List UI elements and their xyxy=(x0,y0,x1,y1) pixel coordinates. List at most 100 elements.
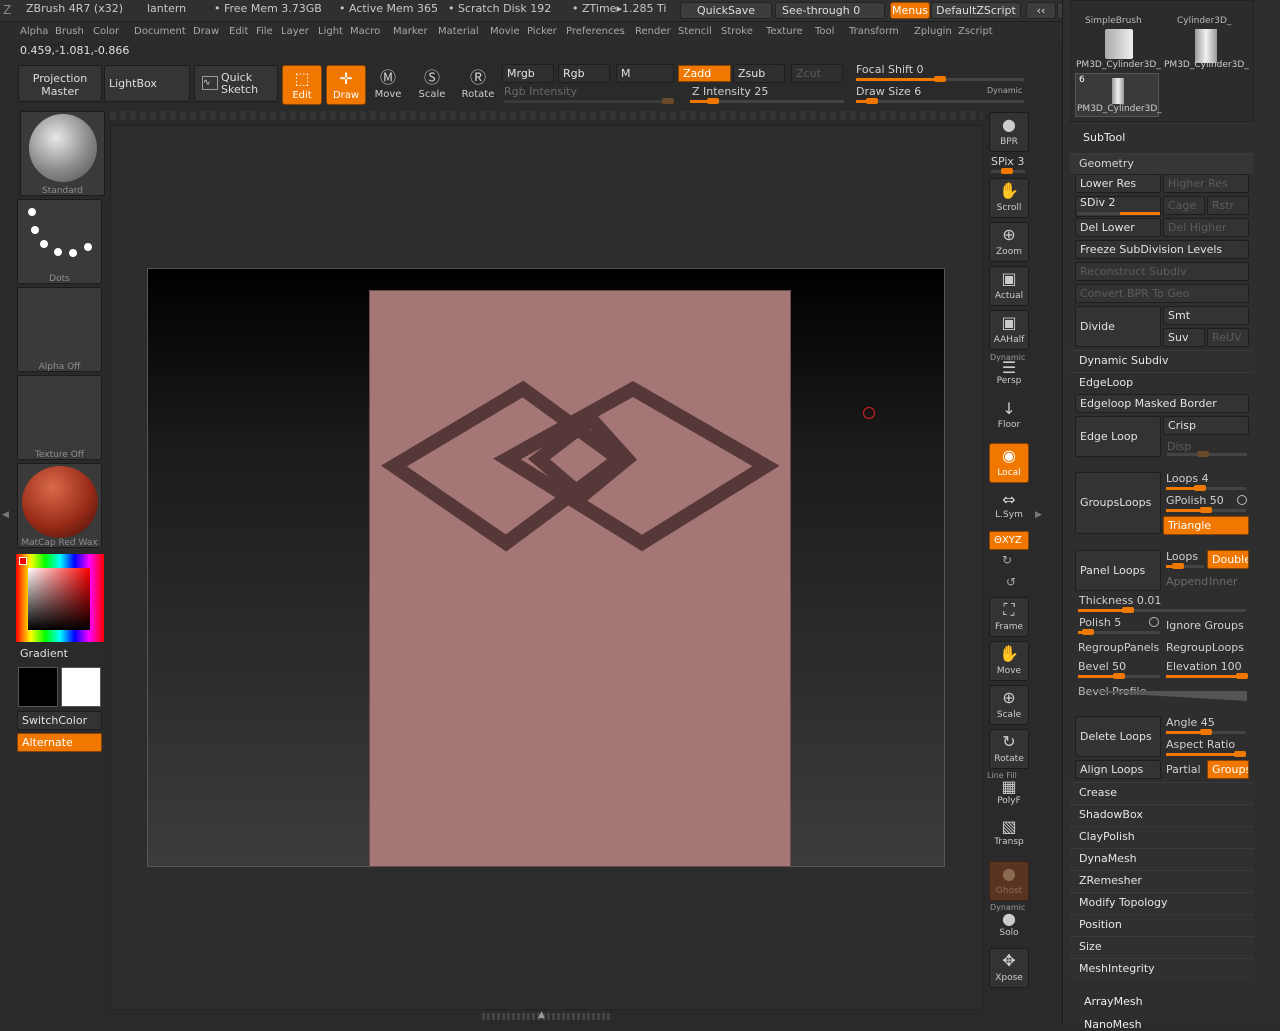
polyf-button[interactable]: ▦ PolyF xyxy=(989,778,1029,810)
loops-slider[interactable] xyxy=(1166,485,1246,491)
meshintegrity-section[interactable]: MeshIntegrity xyxy=(1070,958,1254,979)
menu-stroke[interactable]: Stroke xyxy=(721,26,753,37)
focal-shift-knob[interactable] xyxy=(934,76,946,82)
partial-toggle[interactable]: Partial xyxy=(1166,763,1201,776)
rotate-z-icon[interactable]: ↺ xyxy=(1006,575,1016,589)
freeze-subdivision-button[interactable]: Freeze SubDivision Levels xyxy=(1075,240,1249,259)
cube-mesh-icon[interactable] xyxy=(1105,29,1133,59)
xpose-button[interactable]: ✥ Xpose xyxy=(989,948,1029,988)
rotate-view-button[interactable]: ↻ Rotate xyxy=(989,729,1029,769)
claypolish-section[interactable]: ClayPolish xyxy=(1070,826,1254,847)
switch-color-button[interactable]: SwitchColor xyxy=(17,711,102,730)
align-loops-button[interactable]: Align Loops xyxy=(1075,760,1161,779)
rstr-button[interactable]: Rstr xyxy=(1207,196,1249,215)
convert-bpr-button[interactable]: Convert BPR To Geo xyxy=(1075,284,1249,303)
edit-button[interactable]: ⬚ Edit xyxy=(282,65,322,105)
thumb-label-pm3d-2[interactable]: PM3D_Cylinder3D_ xyxy=(1164,60,1249,70)
thumb-label-pm3d-1[interactable]: PM3D_Cylinder3D_ xyxy=(1076,60,1161,70)
polish-slider[interactable] xyxy=(1078,629,1160,635)
transp-button[interactable]: ▧ Transp xyxy=(989,817,1029,853)
plane-mesh[interactable] xyxy=(369,290,791,867)
draw-size-slider[interactable] xyxy=(856,98,1024,104)
thickness-knob[interactable] xyxy=(1122,607,1134,613)
position-section[interactable]: Position xyxy=(1070,914,1254,935)
reconstruct-subdiv-button[interactable]: Reconstruct Subdiv xyxy=(1075,262,1249,281)
bottom-expand-handle[interactable] xyxy=(482,1013,610,1020)
primary-color-swatch[interactable] xyxy=(18,667,58,707)
active-subtool-thumbnail[interactable]: 6 PM3D_Cylinder3D_ xyxy=(1075,73,1162,117)
brush-thumbnail[interactable]: Standard xyxy=(20,111,105,196)
zsub-button[interactable]: Zsub xyxy=(733,64,785,83)
elevation-knob[interactable] xyxy=(1236,673,1248,679)
menu-draw[interactable]: Draw xyxy=(193,26,219,37)
aspect-ratio-slider[interactable] xyxy=(1166,751,1246,757)
gpolish-slider[interactable] xyxy=(1166,507,1246,513)
default-zscript-button[interactable]: DefaultZScript xyxy=(931,2,1021,19)
cylinder-mesh-icon[interactable] xyxy=(1195,29,1217,63)
polish-knob[interactable] xyxy=(1082,629,1094,635)
menu-alpha[interactable]: Alpha xyxy=(20,26,48,37)
rotate-button[interactable]: Ⓡ Rotate xyxy=(458,65,498,105)
double-button[interactable]: Double xyxy=(1207,550,1249,569)
del-lower-button[interactable]: Del Lower xyxy=(1075,218,1161,237)
crisp-button[interactable]: Crisp xyxy=(1163,416,1249,435)
cage-button[interactable]: Cage xyxy=(1163,196,1205,215)
z-intensity-slider[interactable] xyxy=(690,98,844,104)
edge-loop-button[interactable]: Edge Loop xyxy=(1075,416,1161,457)
bevel-knob[interactable] xyxy=(1113,673,1125,679)
actual-button[interactable]: ▣ Actual xyxy=(989,266,1029,306)
dynamic-subdiv-header[interactable]: Dynamic Subdiv xyxy=(1070,350,1254,371)
menu-preferences[interactable]: Preferences xyxy=(566,26,625,37)
loops-knob[interactable] xyxy=(1194,485,1206,491)
gpolish-curve-icon[interactable] xyxy=(1237,495,1247,505)
zremesher-section[interactable]: ZRemesher xyxy=(1070,870,1254,891)
quicksave-button[interactable]: QuickSave xyxy=(680,2,772,19)
menu-stencil[interactable]: Stencil xyxy=(678,26,712,37)
divide-button[interactable]: Divide xyxy=(1075,306,1161,347)
thumb-label-simplebrush[interactable]: SimpleBrush xyxy=(1085,16,1142,26)
aahalf-button[interactable]: ▣ AAHalf xyxy=(989,310,1029,350)
zoom-button[interactable]: ⊕ Zoom xyxy=(989,222,1029,262)
scroll-button[interactable]: ✋ Scroll xyxy=(989,178,1029,218)
angle-knob[interactable] xyxy=(1200,729,1212,735)
stroke-thumbnail[interactable]: Dots xyxy=(17,199,102,284)
aspect-ratio-knob[interactable] xyxy=(1234,751,1246,757)
texture-thumbnail[interactable]: Texture Off xyxy=(17,375,102,460)
frame-button[interactable]: ⛶ Frame xyxy=(989,597,1029,637)
suv-button[interactable]: Suv xyxy=(1163,328,1205,347)
top-scroll-strip[interactable] xyxy=(110,111,983,120)
size-section[interactable]: Size xyxy=(1070,936,1254,957)
xyz-button[interactable]: ΘXYZ xyxy=(989,531,1029,550)
focal-shift-slider[interactable] xyxy=(856,76,1024,82)
disp-knob[interactable] xyxy=(1197,451,1209,457)
menu-zscript[interactable]: Zscript xyxy=(958,26,993,37)
shadowbox-section[interactable]: ShadowBox xyxy=(1070,804,1254,825)
alpha-thumbnail[interactable]: Alpha Off xyxy=(17,287,102,372)
menu-render[interactable]: Render xyxy=(635,26,671,37)
m-button[interactable]: M xyxy=(616,64,674,83)
see-through-slider[interactable]: See-through 0 xyxy=(775,2,885,19)
menu-brush[interactable]: Brush xyxy=(55,26,84,37)
polish-curve-icon[interactable] xyxy=(1149,617,1159,627)
edgeloop-masked-border-button[interactable]: Edgeloop Masked Border xyxy=(1075,394,1249,413)
alternate-button[interactable]: Alternate xyxy=(17,733,102,752)
lower-res-button[interactable]: Lower Res xyxy=(1075,174,1161,193)
sdiv-slider[interactable]: SDiv 2 xyxy=(1075,196,1161,217)
color-picker-sv[interactable] xyxy=(28,568,90,630)
ignore-groups-toggle[interactable]: Ignore Groups xyxy=(1166,619,1244,632)
projection-master-button[interactable]: Projection Master xyxy=(18,65,102,102)
secondary-color-swatch[interactable] xyxy=(61,667,101,707)
menu-layer[interactable]: Layer xyxy=(281,26,309,37)
bevel-slider[interactable] xyxy=(1078,673,1160,679)
menu-edit[interactable]: Edit xyxy=(229,26,248,37)
regroup-loops-toggle[interactable]: RegroupLoops xyxy=(1166,641,1244,654)
panel-loops-knob[interactable] xyxy=(1172,563,1184,569)
inner-button[interactable]: Inner xyxy=(1209,575,1237,588)
menu-file[interactable]: File xyxy=(256,26,273,37)
menu-marker[interactable]: Marker xyxy=(393,26,428,37)
lsym-button[interactable]: ⇔ L.Sym xyxy=(989,490,1029,524)
menu-zplugin[interactable]: Zplugin xyxy=(914,26,952,37)
menu-texture[interactable]: Texture xyxy=(766,26,803,37)
color-marker-icon[interactable] xyxy=(19,557,27,565)
groupsloops-button[interactable]: GroupsLoops xyxy=(1075,472,1161,534)
